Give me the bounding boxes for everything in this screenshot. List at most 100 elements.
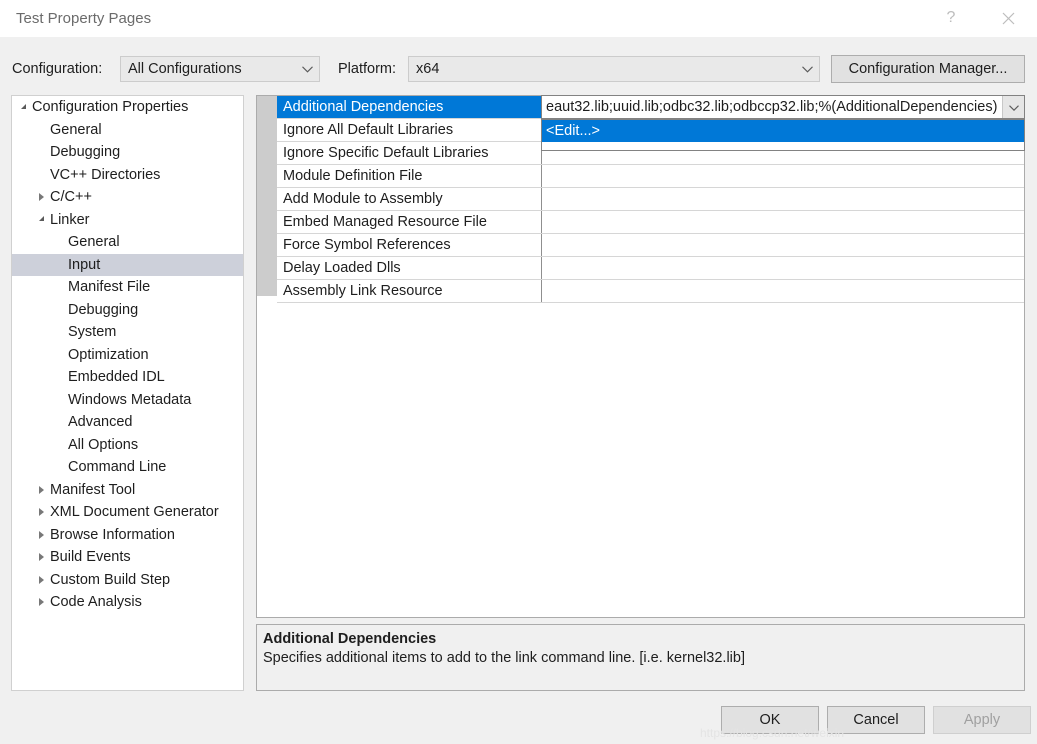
property-value[interactable] (542, 211, 1024, 233)
description-text: Specifies additional items to add to the… (263, 650, 745, 666)
tree-item-label: General (68, 234, 120, 251)
tree-item-code-analysis[interactable]: Code Analysis (12, 591, 243, 614)
tree-item-label: VC++ Directories (50, 166, 161, 183)
tree-item-label: Embedded IDL (68, 369, 165, 386)
property-name: Add Module to Assembly (277, 188, 542, 210)
property-grid[interactable]: Additional Dependencies Ignore All Defaul… (256, 95, 1025, 618)
chevron-right-icon[interactable] (34, 553, 49, 562)
chevron-right-icon[interactable] (34, 193, 49, 202)
chevron-down-icon (1008, 99, 1019, 115)
property-value[interactable] (542, 165, 1024, 187)
property-row[interactable]: Delay Loaded Dlls (277, 257, 1024, 280)
tree-item-linker[interactable]: Linker (12, 209, 243, 232)
property-value[interactable] (542, 234, 1024, 256)
property-name: Assembly Link Resource (277, 280, 542, 302)
tree-item-label: All Options (68, 436, 139, 453)
chevron-down-icon (39, 216, 44, 222)
configuration-select-value: All Configurations (128, 61, 242, 77)
tree-item-label: Advanced (68, 414, 133, 431)
tree-item-c-c[interactable]: C/C++ (12, 186, 243, 209)
ok-button[interactable]: OK (721, 706, 819, 734)
property-row[interactable]: Add Module to Assembly (277, 188, 1024, 211)
tree-item-label: Input (68, 256, 101, 273)
chevron-right-icon[interactable] (34, 530, 49, 539)
grid-gutter (257, 96, 277, 296)
property-name: Module Definition File (277, 165, 542, 187)
tree-item-system[interactable]: System (12, 321, 243, 344)
platform-select-value: x64 (416, 61, 440, 77)
tree-item-windows-metadata[interactable]: Windows Metadata (12, 389, 243, 412)
configuration-manager-button[interactable]: Configuration Manager... (831, 55, 1025, 83)
tree-item-label: Custom Build Step (50, 571, 171, 588)
description-title: Additional Dependencies (263, 631, 437, 647)
chevron-right-icon[interactable] (34, 575, 49, 584)
tree-item-label: Optimization (68, 346, 149, 363)
editor-dropdown-button[interactable] (1002, 96, 1024, 118)
tree-item-label: Manifest Tool (50, 481, 136, 498)
tree-item-advanced[interactable]: Advanced (12, 411, 243, 434)
chevron-right-icon[interactable] (34, 508, 49, 517)
tree-item-manifest-file[interactable]: Manifest File (12, 276, 243, 299)
property-name: Force Symbol References (277, 234, 542, 256)
tree-item-label: Debugging (50, 144, 121, 161)
additional-dependencies-value: eaut32.lib;uuid.lib;odbc32.lib;odbccp32.… (546, 99, 998, 115)
tree-item-label: Command Line (68, 459, 167, 476)
close-button[interactable] (985, 0, 1031, 36)
property-value[interactable] (542, 257, 1024, 279)
tree-item-custom-build-step[interactable]: Custom Build Step (12, 569, 243, 592)
platform-select[interactable]: x64 (408, 56, 820, 82)
question-mark-icon: ? (946, 9, 956, 26)
chevron-down-icon[interactable] (16, 103, 31, 110)
tree-item-build-events[interactable]: Build Events (12, 546, 243, 569)
tree-item-label: General (50, 121, 102, 138)
tree-item-embedded-idl[interactable]: Embedded IDL (12, 366, 243, 389)
tree-item-debugging[interactable]: Debugging (12, 299, 243, 322)
chevron-right-icon (39, 485, 44, 494)
tree-item-manifest-tool[interactable]: Manifest Tool (12, 479, 243, 502)
chevron-down-icon[interactable] (34, 216, 49, 222)
chevron-right-icon[interactable] (34, 485, 49, 494)
tree-item-label: Code Analysis (50, 594, 142, 611)
tree-item-label: Debugging (68, 301, 139, 318)
chevron-right-icon (39, 575, 44, 584)
editor-dropdown-list[interactable]: <Edit...> (541, 119, 1025, 151)
property-tree[interactable]: Configuration Properties General Debugging… (11, 95, 244, 691)
chevron-down-icon (795, 65, 819, 73)
tree-item-label: XML Document Generator (50, 504, 219, 521)
dropdown-option[interactable]: <Edit...> (542, 120, 1024, 142)
configuration-select[interactable]: All Configurations (120, 56, 320, 82)
property-row[interactable]: Force Symbol References (277, 234, 1024, 257)
cancel-button[interactable]: Cancel (827, 706, 925, 734)
tree-item-input[interactable]: Input (12, 253, 243, 276)
property-value[interactable] (542, 280, 1024, 302)
property-name: Additional Dependencies (277, 96, 542, 118)
tree-item-general[interactable]: General (12, 231, 243, 254)
property-row[interactable]: Embed Managed Resource File (277, 211, 1024, 234)
tree-item-all-options[interactable]: All Options (12, 434, 243, 457)
tree-item-vc-directories[interactable]: VC++ Directories (12, 164, 243, 187)
additional-dependencies-editor[interactable]: eaut32.lib;uuid.lib;odbc32.lib;odbccp32.… (541, 95, 1025, 119)
configuration-label: Configuration: (12, 61, 103, 77)
tree-item-label: Manifest File (68, 279, 151, 296)
chevron-down-icon (295, 65, 319, 73)
window-title: Test Property Pages (16, 10, 152, 27)
property-name: Delay Loaded Dlls (277, 257, 542, 279)
property-row[interactable]: Assembly Link Resource (277, 280, 1024, 303)
property-row[interactable]: Module Definition File (277, 165, 1024, 188)
tree-item-general[interactable]: General (12, 119, 243, 142)
chevron-down-icon (21, 103, 26, 109)
help-button[interactable]: ? (928, 0, 974, 36)
chevron-right-icon[interactable] (34, 598, 49, 607)
tree-item-browse-information[interactable]: Browse Information (12, 524, 243, 547)
property-name: Ignore Specific Default Libraries (277, 142, 542, 164)
tree-item-command-line[interactable]: Command Line (12, 456, 243, 479)
description-pane: Additional Dependencies Specifies additi… (256, 624, 1025, 691)
tree-item-configuration-properties[interactable]: Configuration Properties (12, 96, 243, 119)
tree-item-label: Linker (50, 211, 90, 228)
tree-item-optimization[interactable]: Optimization (12, 344, 243, 367)
property-value[interactable] (542, 188, 1024, 210)
title-bar: Test Property Pages ? (0, 0, 1037, 38)
tree-item-xml-document-generator[interactable]: XML Document Generator (12, 501, 243, 524)
property-name: Embed Managed Resource File (277, 211, 542, 233)
tree-item-debugging[interactable]: Debugging (12, 141, 243, 164)
